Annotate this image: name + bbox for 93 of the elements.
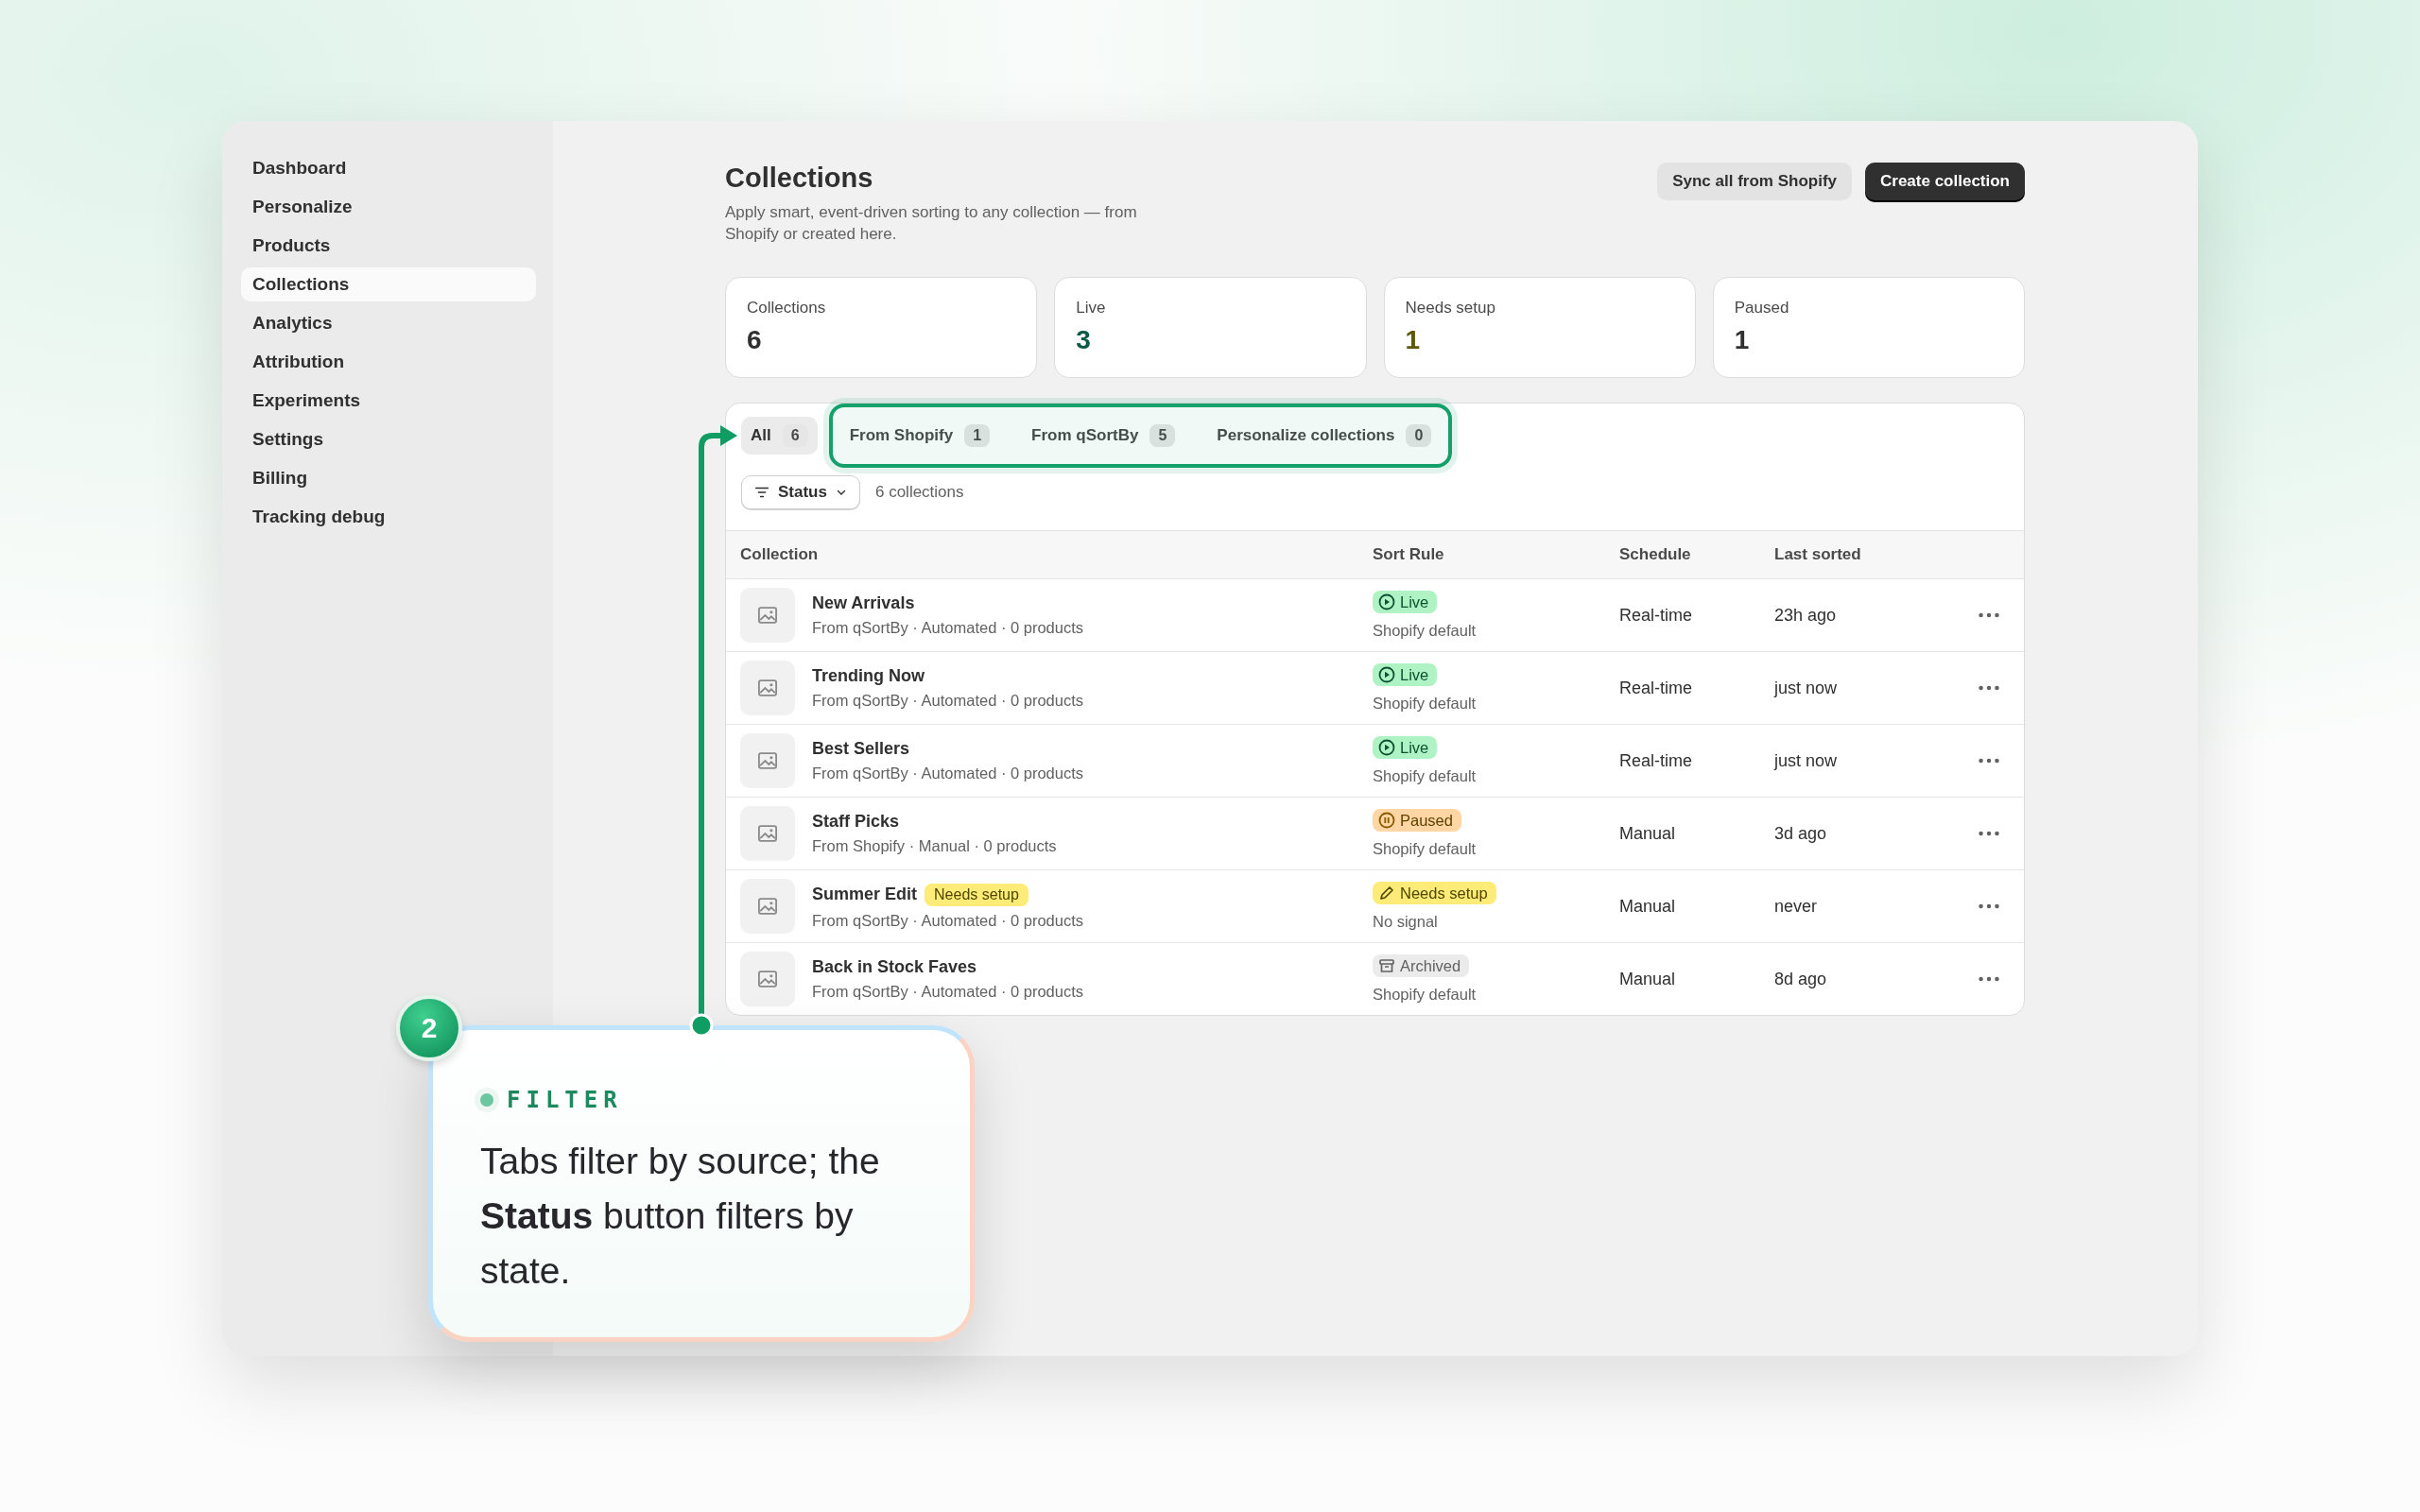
sidebar-item[interactable]: Dashboard xyxy=(241,151,536,185)
schedule-text: Real-time xyxy=(1619,750,1693,770)
count-badge: 6 xyxy=(782,424,808,447)
sidebar-item[interactable]: Attribution xyxy=(241,345,536,379)
sidebar-item[interactable]: Billing xyxy=(241,461,536,495)
sort-rule: Shopify default xyxy=(1373,622,1478,640)
collection-meta: From qSortBy · Automated · 0 products xyxy=(812,765,1084,782)
more-icon xyxy=(1979,976,1999,982)
sidebar-item[interactable]: Analytics xyxy=(241,306,536,340)
table-row[interactable]: Summer Edit Needs setup From qSortBy · Automated · 0 products Needs setup No signal Manual never xyxy=(726,870,2024,943)
play-circle-icon xyxy=(1377,665,1396,684)
stat-value: 6 xyxy=(747,325,763,355)
count-badge: 5 xyxy=(1150,424,1176,447)
status-badge: Live xyxy=(1373,591,1438,613)
stat-label: Needs setup xyxy=(1405,299,1496,318)
column-header: Collection xyxy=(739,545,820,564)
sidebar-item[interactable]: Collections xyxy=(241,267,536,301)
collection-meta: From Shopify · Manual · 0 products xyxy=(812,837,1057,855)
sync-button[interactable]: Sync all from Shopify xyxy=(1657,163,1852,200)
more-icon xyxy=(1979,831,1999,836)
play-circle-icon xyxy=(1377,738,1396,757)
collection-name[interactable]: Staff Picks xyxy=(812,812,900,832)
callout-text: Tabs filter by source; the Status button filters by state. xyxy=(480,1140,881,1293)
last-sorted-text: just now xyxy=(1774,750,1838,770)
play-circle-icon xyxy=(1377,593,1396,611)
column-header: Sort Rule xyxy=(1373,545,1445,564)
count-badge: 0 xyxy=(1406,424,1432,447)
collection-meta: From qSortBy · Automated · 0 products xyxy=(812,692,1084,710)
schedule-text: Manual xyxy=(1619,896,1676,916)
collection-name[interactable]: New Arrivals xyxy=(812,593,915,613)
sort-rule: Shopify default xyxy=(1373,986,1478,1004)
status-badge: Paused xyxy=(1373,809,1461,832)
sidebar-item[interactable]: Personalize xyxy=(241,190,536,224)
more-icon xyxy=(1979,758,1999,764)
schedule-text: Real-time xyxy=(1619,605,1693,625)
more-icon xyxy=(1979,903,1999,909)
status-badge: Live xyxy=(1373,663,1438,686)
stat-label: Live xyxy=(1076,299,1107,318)
sort-rule: Shopify default xyxy=(1373,695,1478,713)
sort-rule: Shopify default xyxy=(1373,840,1478,858)
last-sorted-text: 3d ago xyxy=(1774,823,1827,843)
status-filter-button[interactable]: Status xyxy=(741,475,860,509)
collection-meta: From qSortBy · Automated · 0 products xyxy=(812,983,1084,1001)
archive-box-icon xyxy=(1377,956,1396,975)
sidebar-item[interactable]: Experiments xyxy=(241,384,536,418)
table-row[interactable]: Back in Stock Faves From qSortBy · Automated · 0 products Archived Shopify default Manual 8d ago xyxy=(726,943,2024,1015)
sidebar-item[interactable]: Settings xyxy=(241,422,536,456)
column-header: Last sorted xyxy=(1774,545,1862,564)
more-icon xyxy=(1979,612,1999,618)
create-button[interactable]: Create collection xyxy=(1865,163,2025,200)
column-header: Schedule xyxy=(1619,545,1692,564)
callout-tag: FILTER xyxy=(507,1087,623,1113)
filter-tab[interactable]: Personalize collections 0 xyxy=(1207,417,1442,455)
collection-name[interactable]: Back in Stock Faves xyxy=(812,957,977,977)
status-badge: Needs setup xyxy=(1373,882,1496,904)
schedule-text: Real-time xyxy=(1619,678,1693,697)
last-sorted-text: never xyxy=(1774,896,1818,916)
filter-tab[interactable]: From Shopify 1 xyxy=(839,417,1000,455)
table-row[interactable]: Best Sellers From qSortBy · Automated · 0 products Live Shopify default Real-time just now xyxy=(726,725,2024,798)
sort-rule: Shopify default xyxy=(1373,767,1478,785)
collection-count: 6 collections xyxy=(874,483,964,502)
last-sorted-text: 23h ago xyxy=(1774,605,1837,625)
status-badge: Archived xyxy=(1373,954,1470,977)
more-icon xyxy=(1979,685,1999,691)
status-badge: Live xyxy=(1373,736,1438,759)
sidebar-item[interactable]: Tracking debug xyxy=(241,500,536,534)
sort-rule: No signal xyxy=(1373,913,1439,931)
stat-label: Paused xyxy=(1734,299,1790,318)
filter-tab[interactable]: All 6 xyxy=(741,417,818,455)
last-sorted-text: 8d ago xyxy=(1774,969,1827,988)
filter-tab[interactable]: From qSortBy 5 xyxy=(1022,417,1185,455)
collection-meta: From qSortBy · Automated · 0 products xyxy=(812,911,1084,930)
table-row[interactable]: New Arrivals From qSortBy · Automated · 0 products Live Shopify default Real-time 23h ago xyxy=(726,579,2024,652)
collection-name[interactable]: Summer Edit xyxy=(812,885,918,904)
collection-meta: From qSortBy · Automated · 0 products xyxy=(812,619,1084,637)
needs-setup-badge: Needs setup xyxy=(925,883,1028,906)
stat-value: 1 xyxy=(1734,325,1751,355)
table-row[interactable]: Staff Picks From Shopify · Manual · 0 products Paused Shopify default Manual 3d ago xyxy=(726,798,2024,870)
page-subtitle: Apply smart, event-driven sorting to any collection — from Shopify or created here. xyxy=(725,202,1138,245)
count-badge: 1 xyxy=(964,424,991,447)
table-row[interactable]: Trending Now From qSortBy · Automated · 0 products Live Shopify default Real-time just now xyxy=(726,652,2024,725)
stat-label: Collections xyxy=(747,299,827,318)
collection-name[interactable]: Best Sellers xyxy=(812,739,910,759)
sidebar-item[interactable]: Products xyxy=(241,229,536,263)
page-title: Collections xyxy=(725,163,874,194)
stat-value: 3 xyxy=(1076,325,1092,355)
schedule-text: Manual xyxy=(1619,969,1676,988)
schedule-text: Manual xyxy=(1619,823,1676,843)
pause-circle-icon xyxy=(1377,811,1396,830)
last-sorted-text: just now xyxy=(1774,678,1838,697)
collection-name[interactable]: Trending Now xyxy=(812,666,925,686)
pencil-icon xyxy=(1377,884,1396,902)
stat-value: 1 xyxy=(1405,325,1422,355)
